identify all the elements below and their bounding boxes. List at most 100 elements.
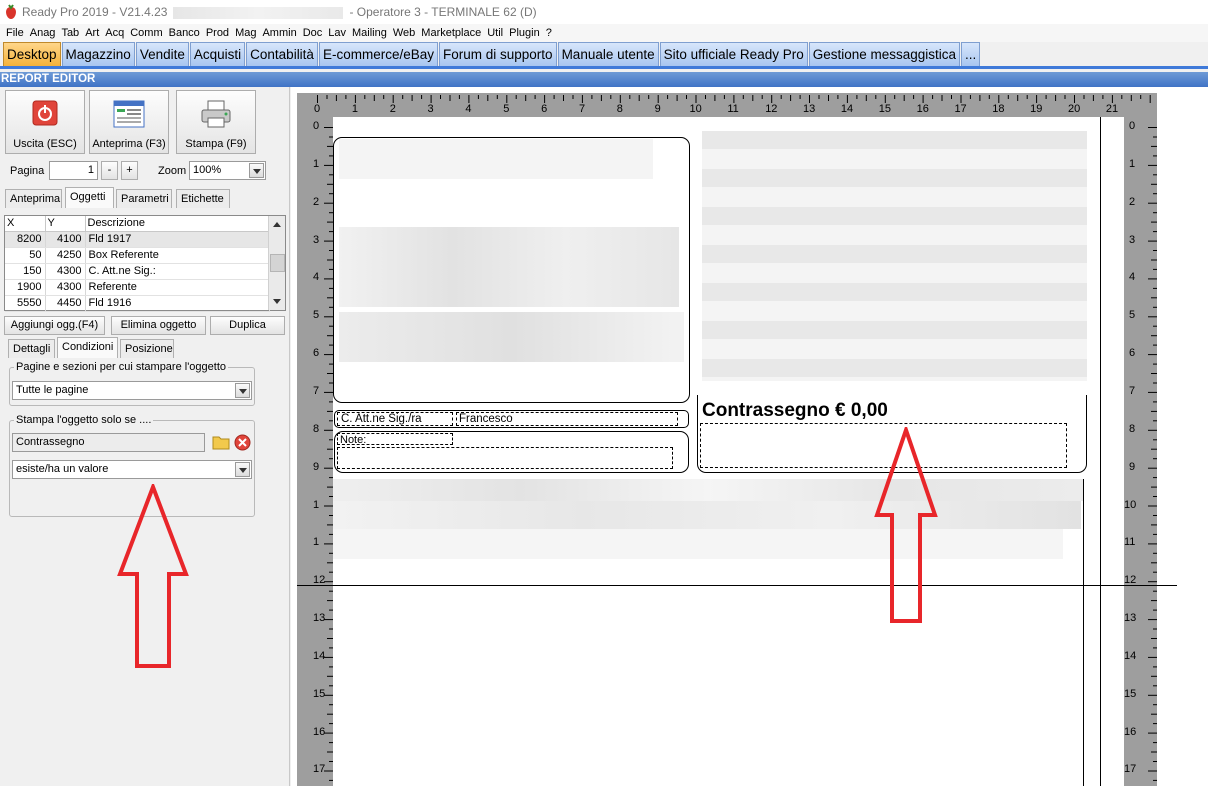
chevron-down-icon[interactable] bbox=[235, 383, 250, 398]
menu-item[interactable]: Anag bbox=[30, 27, 62, 39]
detail-tab-dettagli[interactable]: Dettagli bbox=[8, 339, 55, 358]
condition-value: esiste/ha un valore bbox=[16, 463, 109, 475]
ruler-label: 9 bbox=[1129, 460, 1136, 473]
add-object-button[interactable]: Aggiungi ogg.(F4) bbox=[4, 316, 105, 335]
tab-gestione-messaggistica[interactable]: Gestione messaggistica bbox=[808, 42, 961, 66]
table-scrollbar[interactable] bbox=[268, 216, 285, 310]
table-row[interactable]: 8200 4100 Fld 1917 bbox=[5, 231, 270, 248]
ruler-label: 10 bbox=[1124, 498, 1137, 511]
chevron-down-icon[interactable] bbox=[235, 462, 250, 477]
ruler-label: 2 bbox=[1129, 195, 1136, 208]
editor-tab-etichette[interactable]: Etichette bbox=[176, 189, 230, 208]
print-button-label: Stampa (F9) bbox=[185, 138, 247, 150]
red-arrow-annotation bbox=[117, 484, 189, 668]
delete-object-button[interactable]: Elimina oggetto bbox=[111, 316, 206, 335]
blurred-content bbox=[702, 131, 1087, 381]
exit-button[interactable]: Uscita (ESC) bbox=[5, 90, 85, 154]
report-canvas-area[interactable]: 0 1 2 3 4 5 6 7 8 9 10 11 12 13 14 15 16 17 18 19 20 21 01234… bbox=[291, 87, 1208, 786]
table-row[interactable]: 1900 4300 Referente bbox=[5, 279, 270, 296]
page-prev-button[interactable]: - bbox=[101, 161, 118, 180]
ruler-label: 10 bbox=[689, 103, 702, 115]
menu-item[interactable]: Banco bbox=[169, 27, 206, 39]
condition-field[interactable]: Contrassegno bbox=[12, 433, 205, 452]
tab-forum-di-supporto[interactable]: Forum di supporto bbox=[439, 42, 557, 66]
scroll-down-icon[interactable] bbox=[270, 294, 285, 309]
page-input[interactable]: 1 bbox=[49, 161, 98, 180]
scroll-up-icon[interactable] bbox=[270, 217, 285, 232]
menu-item[interactable]: Ammin bbox=[262, 27, 302, 39]
exit-button-label: Uscita (ESC) bbox=[13, 138, 77, 150]
ruler-label: 5 bbox=[503, 103, 510, 115]
editor-tab-oggetti[interactable]: Oggetti bbox=[65, 187, 114, 208]
tab-contabilit[interactable]: Contabilità bbox=[246, 42, 318, 66]
editor-tab-anteprima[interactable]: Anteprima bbox=[5, 189, 62, 208]
ruler-label: 6 bbox=[541, 103, 548, 115]
folder-icon[interactable] bbox=[212, 434, 230, 453]
chevron-down-icon[interactable] bbox=[249, 163, 264, 178]
scroll-thumb[interactable] bbox=[270, 254, 285, 272]
page-next-button[interactable]: + bbox=[121, 161, 138, 180]
blurred-content bbox=[333, 529, 1063, 559]
menu-item[interactable]: File bbox=[6, 27, 30, 39]
menu-item[interactable]: Marketplace bbox=[421, 27, 487, 39]
ruler-label: 7 bbox=[1129, 384, 1136, 397]
ruler-label: 3 bbox=[427, 103, 434, 115]
tab-sito-ufficiale-ready-pro[interactable]: Sito ufficiale Ready Pro bbox=[659, 42, 808, 66]
menu-item[interactable]: ? bbox=[546, 27, 558, 39]
blurred-content bbox=[339, 139, 653, 179]
column-header-description[interactable]: Descrizione bbox=[85, 216, 270, 232]
tab-magazzino[interactable]: Magazzino bbox=[61, 42, 135, 66]
report-editor-header: REPORT EDITOR bbox=[0, 72, 1208, 87]
print-condition-title: Stampa l'oggetto solo se .... bbox=[16, 414, 152, 426]
column-header-x[interactable]: X bbox=[5, 216, 46, 232]
ruler-label: 1 bbox=[313, 157, 320, 170]
menu-item[interactable]: Prod bbox=[206, 27, 235, 39]
cell-x: 150 bbox=[5, 263, 46, 280]
tab-acquisti[interactable]: Acquisti bbox=[189, 42, 246, 66]
menu-item[interactable]: Web bbox=[393, 27, 421, 39]
table-row[interactable]: 150 4300 C. Att.ne Sig.: bbox=[5, 263, 270, 280]
table-row[interactable]: 5550 4450 Fld 1916 bbox=[5, 295, 270, 312]
duplicate-button[interactable]: Duplica bbox=[210, 316, 285, 335]
tab-desktop[interactable]: Desktop bbox=[3, 42, 61, 66]
cell-x: 50 bbox=[5, 247, 46, 264]
print-button[interactable]: Stampa (F9) bbox=[176, 90, 256, 154]
column-header-y[interactable]: Y bbox=[45, 216, 86, 232]
objects-table[interactable]: X Y Descrizione 8200 4100 Fld 1917 50 4250 Bo… bbox=[4, 215, 286, 312]
zoom-select[interactable]: 100% bbox=[189, 161, 266, 180]
menu-item[interactable]: Comm bbox=[130, 27, 168, 39]
menu-item[interactable]: Doc bbox=[303, 27, 329, 39]
preview-button-label: Anteprima (F3) bbox=[92, 138, 166, 150]
ruler-label: 1 bbox=[313, 498, 320, 511]
main-tab-bar: Desktop Magazzino Vendite Acquisti Contabili… bbox=[0, 42, 1208, 69]
menu-item[interactable]: Art bbox=[85, 27, 105, 39]
menu-item[interactable]: Mag bbox=[235, 27, 262, 39]
zoom-label: Zoom bbox=[158, 165, 187, 177]
blurred-content bbox=[339, 227, 679, 307]
cell-description: Referente bbox=[85, 279, 270, 296]
cell-description: Fld 1916 bbox=[85, 295, 270, 312]
ruler-label: 16 bbox=[1124, 725, 1137, 738]
tab-e-commerce-ebay[interactable]: E-commerce/eBay bbox=[318, 42, 438, 66]
detail-tab-posizione[interactable]: Posizione bbox=[120, 339, 174, 358]
tab-manuale-utente[interactable]: Manuale utente bbox=[557, 42, 659, 66]
preview-button[interactable]: Anteprima (F3) bbox=[89, 90, 169, 154]
report-page[interactable]: C. Att.ne Sig./ra Francesco Note: Contra… bbox=[297, 117, 1177, 786]
menu-item[interactable]: Mailing bbox=[352, 27, 393, 39]
menu-item[interactable]: Acq bbox=[105, 27, 130, 39]
tab-more[interactable]: ... bbox=[961, 42, 981, 66]
tab-vendite[interactable]: Vendite bbox=[135, 42, 189, 66]
editor-tab-parametri[interactable]: Parametri bbox=[116, 189, 172, 208]
condition-select[interactable]: esiste/ha un valore bbox=[12, 460, 252, 479]
table-row[interactable]: 50 4250 Box Referente bbox=[5, 247, 270, 264]
ruler-label: 5 bbox=[1129, 309, 1136, 322]
menu-item[interactable]: Lav bbox=[328, 27, 352, 39]
clear-icon[interactable] bbox=[234, 434, 251, 454]
menu-item[interactable]: Util bbox=[487, 27, 509, 39]
cell-y: 4100 bbox=[45, 231, 86, 248]
menu-item[interactable]: Plugin bbox=[509, 27, 546, 39]
pages-select[interactable]: Tutte le pagine bbox=[12, 381, 252, 400]
detail-tab-condizioni[interactable]: Condizioni bbox=[57, 337, 118, 358]
menu-item[interactable]: Tab bbox=[61, 27, 85, 39]
ruler-label: 16 bbox=[916, 103, 929, 115]
